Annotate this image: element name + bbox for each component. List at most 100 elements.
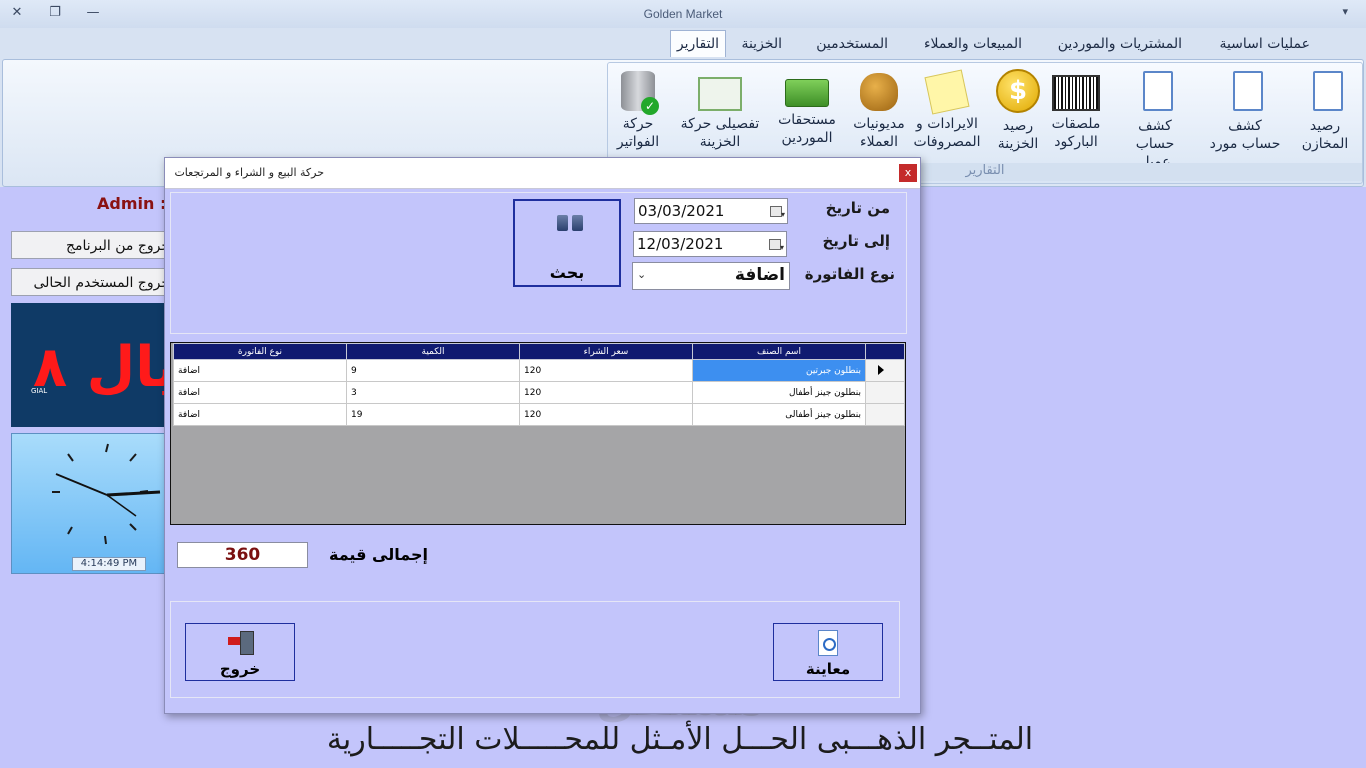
total-value-label: إجمالى قيمة — [329, 545, 428, 564]
treasury-detail-label: تفصيلى حركة الخزينة — [680, 116, 760, 150]
row-header-column — [865, 343, 905, 360]
money-bag-icon — [860, 73, 898, 111]
table-row[interactable]: بنطلون جينز أطفال 120 3 اضافة — [173, 381, 905, 404]
cell-item[interactable]: بنطلون جينز أطفال — [692, 381, 866, 404]
tab-sales-customers[interactable]: المبيعات والعملاء — [924, 32, 1022, 56]
cell-item[interactable]: بنطلون جينز أطفالى — [692, 403, 866, 426]
row-selector[interactable] — [865, 381, 905, 404]
document-icon — [1133, 69, 1177, 113]
cell-price[interactable]: 120 — [519, 359, 693, 382]
to-date-label: إلى تاريخ — [822, 232, 890, 250]
search-button-label: بحث — [549, 263, 585, 282]
quick-access-menu-icon[interactable]: ▾ — [1342, 5, 1348, 18]
treasury-balance-button[interactable]: $ رصيد الخزينة — [981, 67, 1055, 153]
cell-type[interactable]: اضافة — [173, 359, 347, 382]
binoculars-icon — [556, 211, 584, 233]
cell-qty[interactable]: 19 — [346, 403, 520, 426]
treasury-detail-button[interactable]: تفصيلى حركة الخزينة — [674, 67, 766, 151]
total-value-field[interactable]: 360 — [177, 542, 308, 568]
window-title: Golden Market — [643, 7, 723, 21]
tab-purchases-suppliers[interactable]: المشتريات والموردين — [1058, 32, 1182, 56]
sales-purchases-dialog: حركة البيع و الشراء و المرتجعات x من تار… — [164, 157, 921, 714]
dropdown-arrow-icon: ▾ — [781, 210, 786, 219]
revenues-expenses-button[interactable]: الايرادات و المصروفات — [910, 67, 984, 151]
tab-reports[interactable]: التقارير — [669, 30, 726, 58]
cell-type[interactable]: اضافة — [173, 381, 347, 404]
cell-item[interactable]: بنطلون جبرتين — [692, 359, 866, 382]
from-date-picker[interactable]: 03/03/2021 ▾ — [634, 198, 788, 224]
column-header-qty[interactable]: الكمية — [346, 343, 520, 360]
table-header-row: اسم الصنف سعر الشراء الكمية نوع الفاتورة — [173, 343, 905, 360]
stock-balance-label: رصيد المخازن — [1301, 118, 1349, 152]
exit-door-icon — [228, 631, 256, 655]
invoices-movement-label: حركة الفواتير — [616, 116, 660, 150]
dialog-close-button[interactable]: x — [899, 164, 917, 182]
row-selector[interactable] — [865, 403, 905, 426]
cash-coins-icon — [785, 79, 829, 107]
from-date-value: 03/03/2021 — [638, 202, 725, 220]
invoice-type-label: نوع الفاتورة — [804, 265, 895, 283]
filter-panel: من تاريخ 03/03/2021 ▾ إلى تاريخ 12/03/20… — [170, 192, 907, 334]
revenues-expenses-label: الايرادات و المصروفات — [913, 116, 981, 150]
dialog-title: حركة البيع و الشراء و المرتجعات — [174, 166, 324, 179]
tab-treasury[interactable]: الخزينة — [741, 32, 782, 56]
preview-button[interactable]: معاينة — [773, 623, 883, 681]
results-table: اسم الصنف سعر الشراء الكمية نوع الفاتورة… — [173, 343, 905, 426]
notes-icon — [924, 69, 970, 115]
cell-qty[interactable]: 3 — [346, 381, 520, 404]
search-button[interactable]: بحث — [513, 199, 621, 287]
to-date-picker[interactable]: 12/03/2021 ▾ — [633, 231, 787, 257]
dollar-coin-icon: $ — [996, 69, 1040, 113]
supplier-dues-button[interactable]: مستحقات الموردين — [770, 67, 844, 147]
stock-balance-button[interactable]: رصيد المخازن — [1288, 67, 1362, 153]
dropdown-arrow-icon: ▾ — [780, 243, 785, 252]
preview-magnifier-icon — [818, 630, 838, 656]
column-header-price[interactable]: سعر الشراء — [519, 343, 693, 360]
barcode-icon — [1052, 75, 1100, 111]
to-date-value: 12/03/2021 — [637, 235, 724, 253]
dialog-title-bar: حركة البيع و الشراء و المرتجعات x — [165, 158, 920, 189]
exit-button-label: خروج — [219, 660, 261, 678]
table-row[interactable]: بنطلون جبرتين 120 9 اضافة — [173, 359, 905, 382]
money-envelope-icon — [698, 77, 742, 111]
chart-pen-icon — [1223, 69, 1267, 113]
row-selector[interactable] — [865, 359, 905, 382]
preview-button-label: معاينة — [805, 660, 851, 678]
footer-slogan: المتــجر الذهـــبى الحـــل الأمـثل للمحـ… — [326, 722, 1034, 757]
tab-users[interactable]: المستخدمين — [816, 32, 888, 56]
cell-qty[interactable]: 9 — [346, 359, 520, 382]
current-user-label: Admin : — [97, 194, 167, 213]
invoice-type-value: اضافة — [734, 265, 785, 285]
company-logo: جيال ٨ GIAL — [11, 303, 166, 427]
from-date-label: من تاريخ — [825, 199, 890, 217]
customer-statement-button[interactable]: كشف حساب عميل — [1118, 67, 1192, 171]
cell-price[interactable]: 120 — [519, 403, 693, 426]
tab-basic-operations[interactable]: عمليات اساسية — [1219, 32, 1310, 56]
cell-price[interactable]: 120 — [519, 381, 693, 404]
database-check-icon: ✓ — [621, 71, 659, 115]
current-row-arrow-icon — [878, 365, 884, 375]
invoices-movement-button[interactable]: ✓ حركة الفواتير — [608, 67, 668, 151]
logo-text: جيال ٨ — [33, 335, 166, 400]
chevron-down-icon: ⌄ — [637, 268, 647, 281]
exit-button[interactable]: خروج — [185, 623, 295, 681]
logo-small-text: GIAL — [31, 387, 48, 395]
results-grid[interactable]: اسم الصنف سعر الشراء الكمية نوع الفاتورة… — [170, 342, 906, 525]
customer-debts-label: مديونيات العملاء — [853, 116, 905, 150]
supplier-statement-label: كشف حساب مورد — [1209, 118, 1281, 152]
clipboard-pen-icon — [1303, 69, 1347, 113]
supplier-dues-label: مستحقات الموردين — [778, 112, 836, 146]
logout-user-button[interactable]: خروج المستخدم الحالى — [11, 268, 171, 296]
exit-program-button[interactable]: خروج من البرنامج — [11, 231, 171, 259]
invoice-type-select[interactable]: اضافة ⌄ — [632, 262, 790, 290]
window-title-bar: ✕ ❐ — Golden Market ▾ — [0, 0, 1366, 29]
table-row[interactable]: بنطلون جينز أطفالى 120 19 اضافة — [173, 403, 905, 426]
supplier-statement-button[interactable]: كشف حساب مورد — [1208, 67, 1282, 153]
analog-clock: 4:14:49 PM — [11, 433, 168, 574]
clock-face-icon — [52, 443, 161, 545]
column-header-item[interactable]: اسم الصنف — [692, 343, 866, 360]
column-header-type[interactable]: نوع الفاتورة — [173, 343, 347, 360]
ribbon-tabs: عمليات اساسية المشتريات والموردين المبيع… — [0, 28, 1366, 58]
cell-type[interactable]: اضافة — [173, 403, 347, 426]
customer-debts-button[interactable]: مديونيات العملاء — [842, 67, 916, 151]
